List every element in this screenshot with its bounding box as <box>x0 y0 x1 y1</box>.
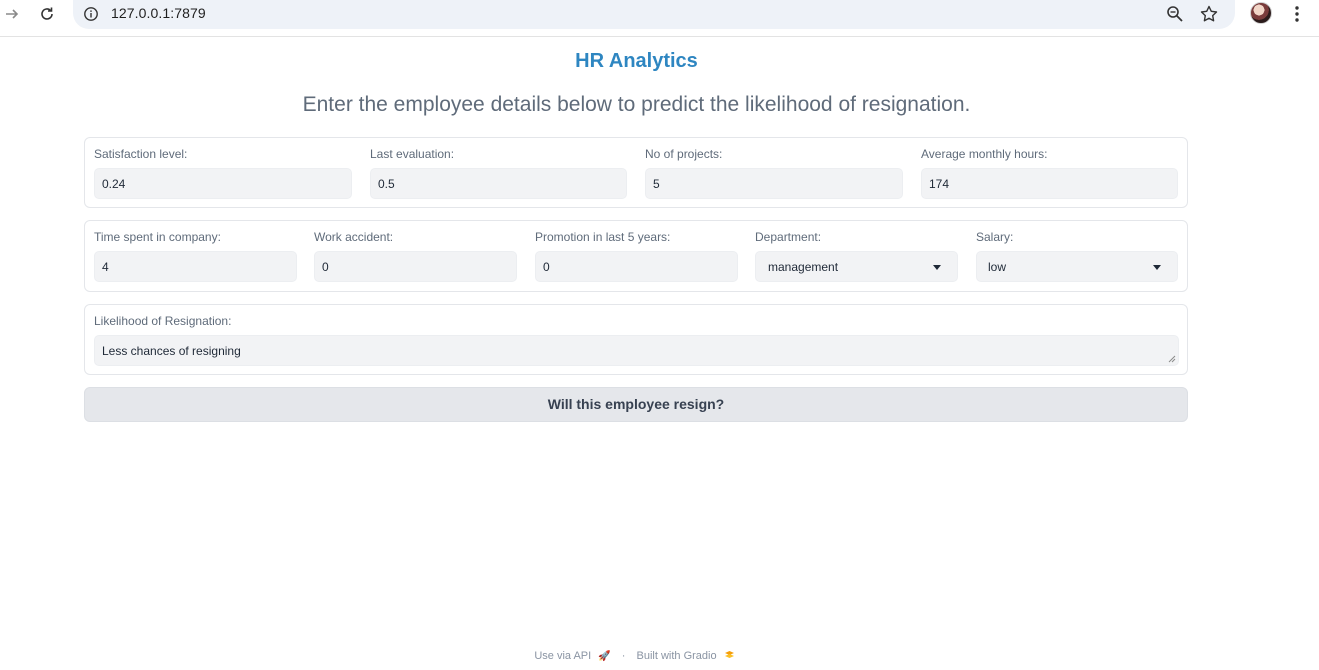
dropdown-arrow-icon <box>933 265 941 270</box>
time-spent-input[interactable]: 4 <box>94 251 297 282</box>
footer: Use via API 🚀 · Built with Gradio <box>0 650 1269 662</box>
promotion-input[interactable]: 0 <box>535 251 738 282</box>
use-via-api-link[interactable]: Use via API <box>534 650 591 662</box>
average-monthly-hours-input[interactable]: 174 <box>921 168 1178 199</box>
zoom-icon[interactable] <box>1165 4 1185 24</box>
footer-separator: · <box>621 650 626 663</box>
work-accident-input[interactable]: 0 <box>314 251 517 282</box>
resize-handle-icon[interactable] <box>1167 354 1176 363</box>
no-of-projects-input[interactable]: 5 <box>645 168 903 199</box>
input-row-1: Satisfaction level: 0.24 Last evaluation… <box>84 137 1188 208</box>
field-label: Last evaluation: <box>370 147 455 161</box>
url-text: 127.0.0.1:7879 <box>111 5 206 21</box>
built-with-gradio-link[interactable]: Built with Gradio <box>637 650 717 662</box>
field-label: Satisfaction level: <box>94 147 188 161</box>
field-label: Work accident: <box>314 230 394 244</box>
input-row-2: Time spent in company: 4 Work accident: … <box>84 220 1188 292</box>
field-label: Average monthly hours: <box>921 147 1048 161</box>
browser-toolbar: 127.0.0.1:7879 <box>0 0 1319 37</box>
submit-button[interactable]: Will this employee resign? <box>84 387 1188 422</box>
field-label: Department: <box>755 230 822 244</box>
more-menu-icon[interactable] <box>1290 3 1304 25</box>
field-label: Promotion in last 5 years: <box>535 230 671 244</box>
profile-avatar[interactable] <box>1250 2 1272 24</box>
bookmark-star-icon[interactable] <box>1199 4 1219 24</box>
dropdown-arrow-icon <box>1153 265 1161 270</box>
forward-icon[interactable] <box>1 3 23 25</box>
site-info-icon[interactable] <box>83 6 99 22</box>
last-evaluation-input[interactable]: 0.5 <box>370 168 627 199</box>
field-label: No of projects: <box>645 147 723 161</box>
address-bar[interactable]: 127.0.0.1:7879 <box>73 0 1235 29</box>
reload-icon[interactable] <box>36 3 58 25</box>
field-label: Time spent in company: <box>94 230 221 244</box>
field-label: Salary: <box>976 230 1014 244</box>
satisfaction-level-input[interactable]: 0.24 <box>94 168 352 199</box>
page-title: HR Analytics <box>575 50 698 72</box>
output-panel: Likelihood of Resignation: Less chances … <box>84 304 1188 375</box>
likelihood-output[interactable]: Less chances of resigning <box>94 335 1179 366</box>
gradio-logo-icon <box>724 650 735 662</box>
page-subtitle: Enter the employee details below to pred… <box>302 93 971 116</box>
field-label: Likelihood of Resignation: <box>94 314 232 328</box>
department-dropdown[interactable]: management <box>755 251 958 282</box>
rocket-icon: 🚀 <box>598 650 611 662</box>
salary-dropdown[interactable]: low <box>976 251 1178 282</box>
